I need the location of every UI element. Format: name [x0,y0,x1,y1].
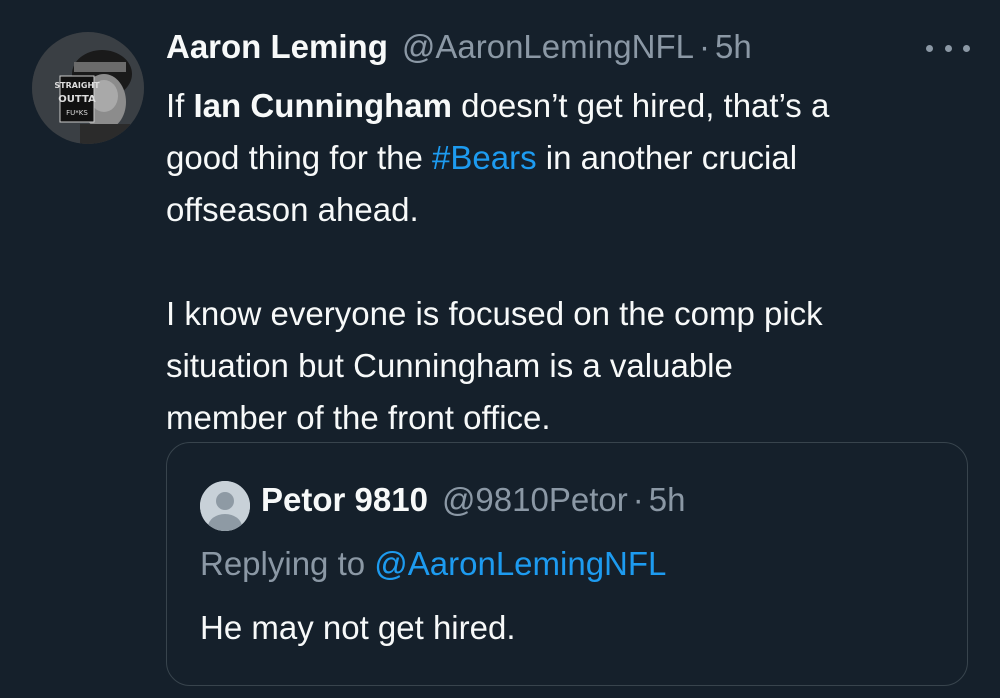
more-horizontal-icon-dot [926,44,933,52]
bold-text: Ian Cunningham [193,87,453,124]
tweet-header: Aaron Leming @AaronLemingNFL · 5h [166,28,752,72]
hashtag-link[interactable]: #Bears [432,139,537,176]
replying-to-mention[interactable]: @AaronLemingNFL [374,545,666,582]
replying-to: Replying to @AaronLemingNFL [200,545,666,583]
tweet-timestamp[interactable]: 5h [715,28,752,66]
quoted-header-separator: · [632,481,644,518]
quoted-tweet-timestamp[interactable]: 5h [649,481,686,519]
header-separator: · [699,28,710,65]
text-segment: If [166,87,194,124]
quoted-tweet-header: Petor 9810 @9810Petor · 5h [261,481,685,519]
tweet-line: offseason ahead. [166,191,419,228]
author-name[interactable]: Aaron Leming [166,28,388,66]
author-avatar[interactable]: STRAIGHT OUTTA FU*KS [32,32,144,144]
text-segment: doesn’t get hired, that’s a [452,87,830,124]
quoted-author-name[interactable]: Petor 9810 [261,481,428,519]
tweet-line: member of the front office. [166,399,551,436]
more-horizontal-icon-dot [944,44,952,52]
more-options-button[interactable] [926,34,970,62]
tweet-line: situation but Cunningham is a valuable [166,347,733,384]
replying-to-prefix: Replying to [200,545,375,582]
tweet-body: If Ian Cunningham doesn’t get hired, tha… [166,80,966,444]
author-avatar-image: STRAIGHT OUTTA FU*KS [32,32,144,144]
quoted-author-avatar[interactable] [200,481,250,531]
avatar-badge-line2: OUTTA [58,94,96,105]
quoted-tweet-text: He may not get hired. [200,609,516,646]
default-avatar-icon [200,481,250,531]
author-handle[interactable]: @AaronLemingNFL [402,28,694,66]
more-horizontal-icon-dot [963,44,970,52]
tweet[interactable]: STRAIGHT OUTTA FU*KS Aaron Leming @Aaron… [0,0,1000,698]
quoted-tweet-card[interactable]: Petor 9810 @9810Petor · 5h Replying to @… [166,442,968,686]
text-segment: good thing for the [166,139,433,176]
tweet-line: If Ian Cunningham doesn’t get hired, tha… [166,80,966,132]
avatar-badge-line3: FU*KS [66,109,88,117]
tweet-line: I know everyone is focused on the comp p… [166,295,823,332]
avatar-badge-line1: STRAIGHT [54,81,100,90]
tweet-line: good thing for the #Bears in another cru… [166,132,966,184]
text-segment: in another crucial [536,139,798,176]
quoted-author-handle[interactable]: @9810Petor [442,481,628,519]
